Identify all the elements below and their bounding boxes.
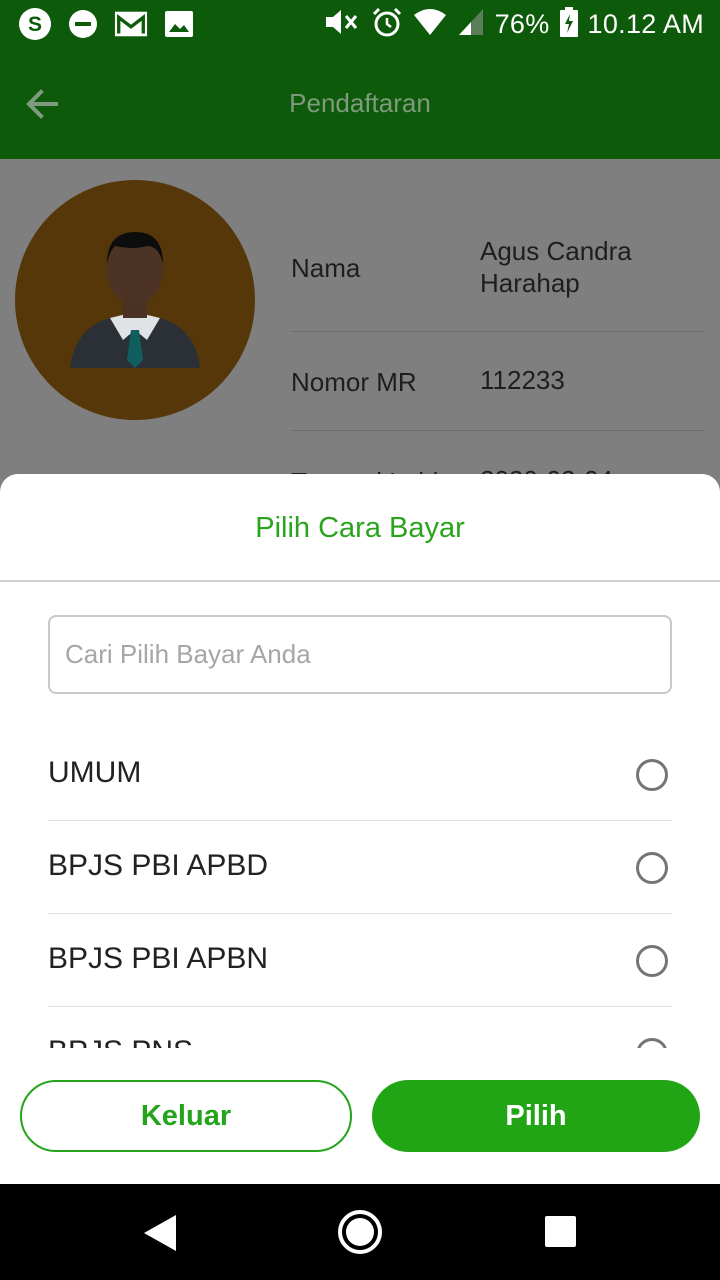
svg-text:S: S [28, 13, 42, 36]
option-label: UMUM [48, 756, 142, 789]
option-label: BPJS PBI APBD [48, 849, 269, 882]
radio-button[interactable] [636, 1038, 668, 1048]
status-bar: S 76% 10.12 AM [0, 0, 720, 48]
alarm-icon [371, 6, 403, 43]
notification-icons: S [18, 8, 196, 40]
option-label: BPJS PBI APBN [48, 942, 269, 975]
keluar-button[interactable]: Keluar [20, 1080, 352, 1152]
profile-row-mr: Nomor MR 112233 [291, 332, 705, 431]
radio-button[interactable] [636, 759, 668, 791]
user-avatar-icon [70, 232, 200, 368]
payment-option-bpjs-pbi-apbd[interactable]: BPJS PBI APBD [48, 821, 672, 914]
wifi-icon [413, 7, 447, 42]
sheet-title: Pilih Cara Bayar [255, 512, 465, 544]
option-label: BPJS PNS [48, 1035, 193, 1048]
battery-icon [559, 6, 578, 42]
payment-option-umum[interactable]: UMUM [48, 728, 672, 821]
system-nav-bar [0, 1184, 720, 1280]
signal-icon [457, 7, 485, 42]
profile-value: Agus Candra Harahap [480, 236, 632, 298]
pilih-button[interactable]: Pilih [372, 1080, 700, 1152]
search-field[interactable] [48, 615, 672, 694]
page-title: Pendaftaran [289, 88, 431, 118]
profile-label: Nama [291, 253, 361, 283]
radio-button[interactable] [636, 945, 668, 977]
minus-circle-icon [66, 8, 100, 40]
radio-button[interactable] [636, 852, 668, 884]
search-input[interactable] [50, 617, 670, 692]
payment-options-list[interactable]: UMUM BPJS PBI APBD BPJS PBI APBN BPJS PN… [48, 728, 672, 1048]
nav-recents-icon[interactable] [545, 1216, 576, 1247]
nav-home-icon[interactable] [338, 1210, 382, 1254]
clock: 10.12 AM [587, 8, 704, 39]
divider [0, 580, 720, 582]
profile-value: 112233 [480, 365, 565, 395]
payment-option-bpjs-pns[interactable]: BPJS PNS [48, 1007, 672, 1048]
app-toolbar: Pendaftaran [0, 48, 720, 159]
battery-percent: 76% [494, 8, 550, 39]
payment-option-bpjs-pbi-apbn[interactable]: BPJS PBI APBN [48, 914, 672, 1007]
nav-back-icon[interactable] [142, 1214, 178, 1257]
profile-label: Nomor MR [291, 367, 417, 397]
system-icons: 76% 10.12 AM [323, 6, 704, 42]
profile-row-name: Nama Agus Candra Harahap [291, 215, 705, 332]
mute-icon [323, 6, 361, 43]
skype-icon: S [18, 8, 52, 40]
payment-method-sheet: Pilih Cara Bayar UMUM BPJS PBI APBD BPJS… [0, 474, 720, 1184]
image-icon [162, 8, 196, 40]
gmail-icon [114, 8, 148, 40]
avatar [15, 180, 255, 420]
